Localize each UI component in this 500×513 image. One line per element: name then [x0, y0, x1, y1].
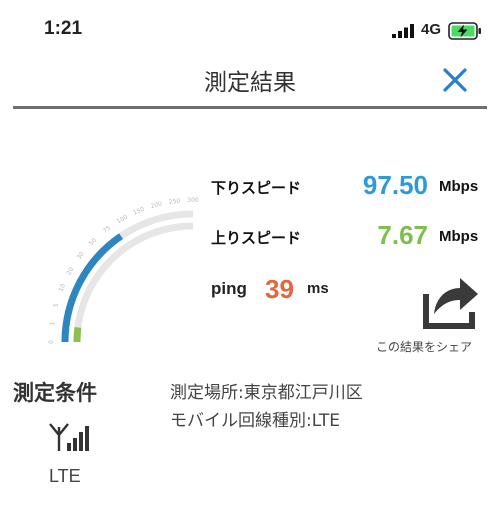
gauge-tick-label: 50 — [88, 237, 98, 247]
measurement-location: 測定場所:東京都江戸川区 — [170, 383, 363, 403]
gauge-tick-label: 150 — [132, 206, 145, 217]
download-value: 97.50 — [362, 170, 428, 200]
speed-test-result-screen: 1:21 4G 測定結果 0 1 5 10 20 30 50 75 100 150 200 250 30… — [0, 0, 500, 513]
ping-value: 39 — [265, 274, 294, 304]
close-icon — [443, 68, 467, 92]
download-label: 下りスピード — [211, 179, 302, 197]
gauge-tick-label: 0 — [48, 340, 55, 344]
gauge-tick-label: 20 — [66, 266, 76, 276]
ping-label: ping — [211, 279, 247, 298]
gauge-tick-label: 75 — [102, 225, 112, 235]
antenna-signal-icon — [49, 423, 89, 451]
conditions-title: 測定条件 — [13, 381, 97, 405]
speed-gauge: 0 1 5 10 203050 75 100150 200 250 300 — [48, 197, 199, 344]
network-type-indicator: 4G — [421, 21, 442, 38]
gauge-tick-label: 200 — [150, 200, 163, 210]
gauge-tick-label: 1 — [49, 321, 56, 326]
signal-bars-icon — [392, 24, 414, 38]
gauge-tick-label: 250 — [168, 197, 180, 205]
page-title: 測定結果 — [204, 70, 296, 96]
network-type-label: LTE — [49, 466, 81, 486]
close-button[interactable] — [437, 62, 473, 98]
gauge-tick-label: 100 — [116, 213, 130, 225]
share-icon — [423, 278, 478, 329]
gauge-tick-label: 10 — [58, 283, 67, 293]
upload-value: 7.67 — [377, 220, 428, 250]
upload-gauge-fill — [73, 327, 82, 343]
ping-unit: ms — [307, 280, 329, 297]
gauge-tick-label: 30 — [76, 251, 86, 261]
share-label[interactable]: この結果をシェア — [376, 338, 472, 355]
header: 測定結果 — [0, 55, 500, 107]
header-divider — [13, 106, 487, 109]
mobile-line-type: モバイル回線種別:LTE — [170, 411, 340, 431]
status-bar: 1:21 4G — [0, 0, 500, 60]
upload-label: 上りスピード — [211, 229, 302, 247]
share-button[interactable] — [420, 262, 480, 332]
gauge-tick-label: 300 — [187, 197, 199, 204]
gauge-tick-label: 5 — [52, 302, 60, 308]
download-unit: Mbps — [439, 178, 479, 195]
battery-charging-icon — [448, 22, 481, 40]
upload-unit: Mbps — [439, 228, 479, 245]
status-time: 1:21 — [44, 18, 83, 39]
